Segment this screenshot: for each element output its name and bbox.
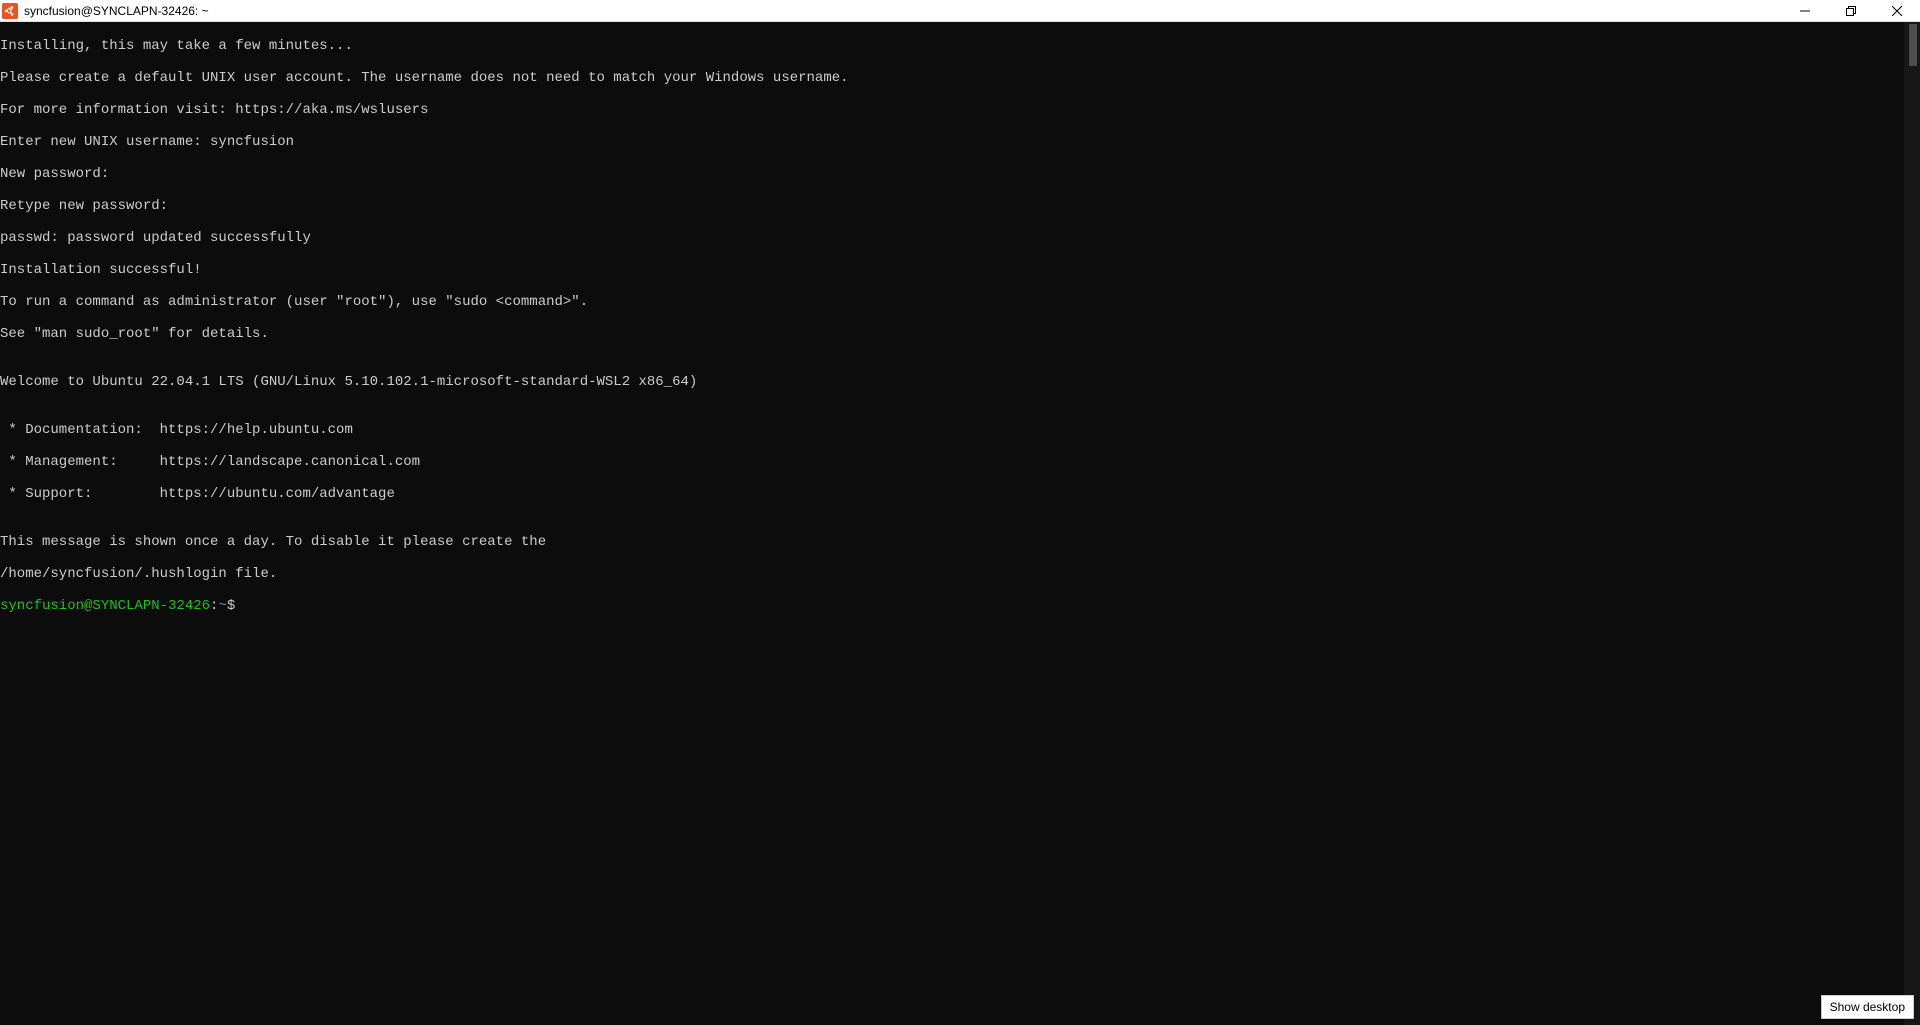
terminal-line: /home/syncfusion/.hushlogin file. [0,566,1904,582]
terminal-output[interactable]: Installing, this may take a few minutes.… [0,22,1904,1025]
terminal-line: To run a command as administrator (user … [0,294,1904,310]
terminal-line: * Support: https://ubuntu.com/advantage [0,486,1904,502]
prompt-path: ~ [218,598,226,614]
show-desktop-tooltip: Show desktop [1821,995,1914,1019]
close-button[interactable] [1874,0,1920,21]
title-bar-left: syncfusion@SYNCLAPN-32426: ~ [0,3,209,19]
window-controls [1782,0,1920,21]
minimize-button[interactable] [1782,0,1828,21]
scrollbar-thumb[interactable] [1909,24,1917,66]
terminal-line: Welcome to Ubuntu 22.04.1 LTS (GNU/Linux… [0,374,1904,390]
window-title: syncfusion@SYNCLAPN-32426: ~ [24,4,209,18]
terminal-line: For more information visit: https://aka.… [0,102,1904,118]
terminal-line: Installing, this may take a few minutes.… [0,38,1904,54]
maximize-button[interactable] [1828,0,1874,21]
terminal-line: Retype new password: [0,198,1904,214]
title-bar: syncfusion@SYNCLAPN-32426: ~ [0,0,1920,22]
terminal-line: See "man sudo_root" for details. [0,326,1904,342]
terminal-line: Please create a default UNIX user accoun… [0,70,1904,86]
terminal-line: * Documentation: https://help.ubuntu.com [0,422,1904,438]
scrollbar-track[interactable] [1904,22,1920,1025]
terminal-line: passwd: password updated successfully [0,230,1904,246]
prompt-user-host: syncfusion@SYNCLAPN-32426 [0,598,210,614]
terminal-line: Enter new UNIX username: syncfusion [0,134,1904,150]
terminal-line: New password: [0,166,1904,182]
ubuntu-icon [2,3,18,19]
prompt-symbol: $ [227,598,235,614]
terminal-line: This message is shown once a day. To dis… [0,534,1904,550]
terminal-prompt-line: syncfusion@SYNCLAPN-32426:~$ [0,598,1904,614]
terminal-area[interactable]: Installing, this may take a few minutes.… [0,22,1920,1025]
terminal-line: * Management: https://landscape.canonica… [0,454,1904,470]
terminal-line: Installation successful! [0,262,1904,278]
